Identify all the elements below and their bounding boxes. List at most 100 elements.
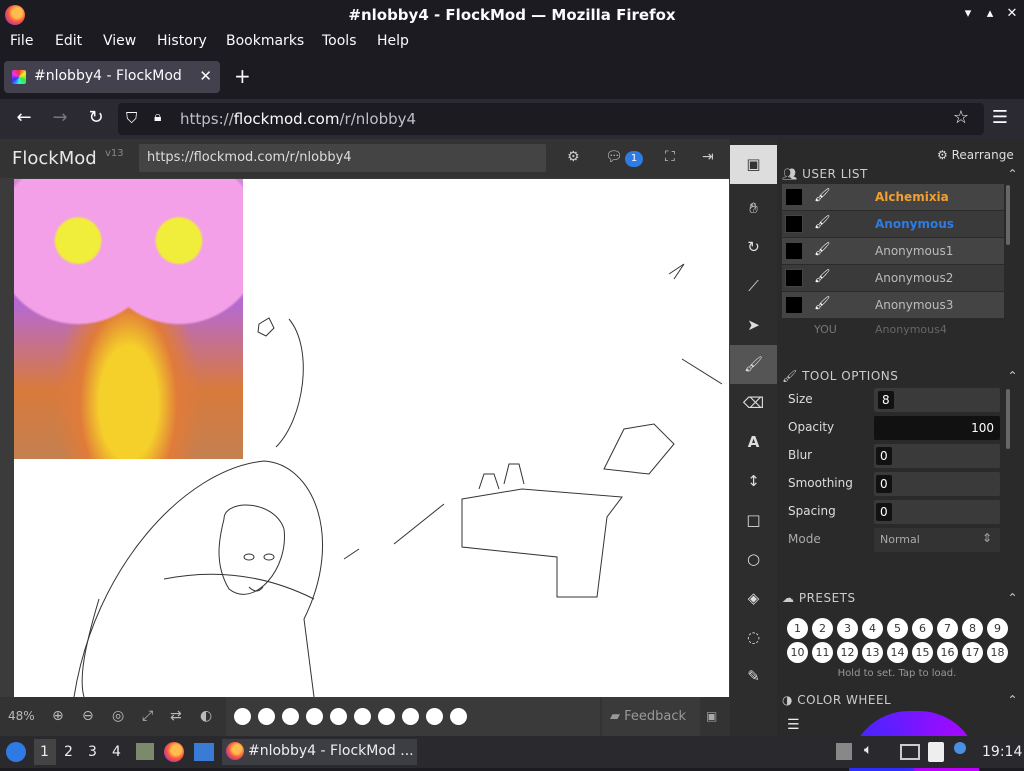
terminal-icon[interactable] [194,743,214,761]
select-tool-icon[interactable]: ➤ [730,306,777,345]
toggle-panel-icon[interactable]: ▣ [730,145,777,184]
start-menu-icon[interactable] [6,742,26,762]
preset-slot[interactable]: 6 [912,618,933,639]
preset-slot[interactable]: 16 [937,642,958,663]
rearrange-button[interactable]: ⚙ Rearrange [937,148,1014,162]
firefox-launcher-icon[interactable] [164,742,184,762]
back-icon[interactable]: ← [12,107,36,128]
forward-icon[interactable]: → [48,107,72,128]
menu-file[interactable]: File [10,33,33,49]
user-row[interactable]: 🖌︎ Anonymous2 [782,265,1004,291]
user-row[interactable]: 🖌︎ Anonymous3 [782,292,1004,318]
mode-select[interactable]: Normal ⇕ [874,528,1000,552]
preset-slot[interactable]: 10 [787,642,808,663]
rotate-tool-icon[interactable]: ↻ [730,228,777,267]
presets-header[interactable]: ☁ PRESETS ⌃ [782,591,1020,609]
brush-tool-icon[interactable]: 🖌︎ [730,345,777,384]
network-icon[interactable] [900,744,920,760]
lock-icon[interactable]: 🔒︎ [154,109,161,125]
reload-icon[interactable]: ↻ [84,107,108,128]
fill-tool-icon[interactable]: ◈ [730,579,777,618]
rectangle-tool-icon[interactable]: □ [730,501,777,540]
ellipse-tool-icon[interactable]: ○ [730,540,777,579]
brush-slot[interactable] [426,708,443,725]
brush-slot[interactable] [450,708,467,725]
menu-bookmarks[interactable]: Bookmarks [226,33,304,49]
file-manager-icon[interactable] [136,743,154,760]
zoom-in-icon[interactable]: ⊕ [52,708,64,724]
preset-slot[interactable]: 8 [962,618,983,639]
exit-room-icon[interactable]: ⇥ [702,149,714,165]
close-window-icon[interactable]: ✕ [1004,6,1020,22]
pencil-tool-icon[interactable]: ✎ [730,657,777,696]
workspace-3[interactable]: 3 [88,744,97,760]
app-menu-icon[interactable]: ☰ [988,107,1012,128]
shield-icon[interactable]: ⛉ [126,109,137,127]
menu-history[interactable]: History [157,33,207,49]
fit-screen-icon[interactable]: ⤢ [142,708,153,724]
save-icon[interactable]: ▣ [706,709,717,723]
preset-slot[interactable]: 17 [962,642,983,663]
brush-slot[interactable] [354,708,371,725]
preset-slot[interactable]: 15 [912,642,933,663]
collapse-chevron-icon[interactable]: ⌃ [1007,167,1018,181]
menu-view[interactable]: View [103,33,136,49]
preset-slot[interactable]: 12 [837,642,858,663]
preset-slot[interactable]: 7 [937,618,958,639]
preset-slot[interactable]: 5 [887,618,908,639]
workspace-2[interactable]: 2 [64,744,73,760]
menu-edit[interactable]: Edit [55,33,82,49]
clipboard-icon[interactable] [836,743,852,760]
preset-slot[interactable]: 14 [887,642,908,663]
workspace-1[interactable]: 1 [40,744,49,760]
notification-icon[interactable] [954,742,966,754]
brush-slot[interactable] [378,708,395,725]
preset-slot[interactable]: 11 [812,642,833,663]
flip-icon[interactable]: ⇄ [170,708,182,724]
menu-help[interactable]: Help [377,33,409,49]
brush-slot[interactable] [234,708,251,725]
collapse-chevron-icon[interactable]: ⌃ [1007,369,1018,383]
zoom-out-icon[interactable]: ⊖ [82,708,94,724]
brush-slot[interactable] [330,708,347,725]
spacing-slider[interactable]: 0 [874,500,1000,524]
preset-slot[interactable]: 13 [862,642,883,663]
preset-slot[interactable]: 1 [787,618,808,639]
opacity-slider[interactable]: 100 [874,416,1000,440]
minimize-icon[interactable]: ▾ [960,6,976,22]
contrast-icon[interactable]: ◐ [200,708,212,724]
fullscreen-icon[interactable]: ⛶ [665,149,675,165]
smoothing-slider[interactable]: 0 [874,472,1000,496]
preset-slot[interactable]: 2 [812,618,833,639]
user-list-scrollbar[interactable] [1006,185,1010,245]
maximize-icon[interactable]: ▴ [982,6,998,22]
close-tab-icon[interactable]: ✕ [199,67,212,85]
drawing-canvas[interactable] [14,179,729,697]
volume-icon[interactable]: 🔈︎ [864,742,872,758]
move-tool-icon[interactable]: ↕ [730,462,777,501]
hand-tool-icon[interactable]: ✋︎ [730,189,777,228]
user-row[interactable]: 🖌︎ Anonymous [782,211,1004,237]
tool-options-header[interactable]: 🖌︎ TOOL OPTIONS ⌃ [782,369,1020,387]
user-list-header[interactable]: 👥︎ USER LIST ⌃ [782,167,1020,185]
menu-tools[interactable]: Tools [322,33,357,49]
preset-slot[interactable]: 4 [862,618,883,639]
room-url-field[interactable]: https://flockmod.com/r/nlobby4 [139,144,546,172]
workspace-4[interactable]: 4 [112,744,121,760]
preset-slot[interactable]: 9 [987,618,1008,639]
new-tab-button[interactable]: + [234,64,251,88]
feedback-button[interactable]: ▰ Feedback [602,697,700,736]
collapse-chevron-icon[interactable]: ⌃ [1007,591,1018,605]
taskbar-window-firefox[interactable]: #nlobby4 - FlockMod ... [222,739,417,765]
url-text[interactable]: https://flockmod.com/r/nlobby4 [180,110,416,128]
settings-gear-icon[interactable]: ⚙ [567,149,580,165]
sliders-icon[interactable]: ☰ [787,717,800,733]
blur-slider[interactable]: 0 [874,444,1000,468]
bookmark-star-icon[interactable]: ☆ [949,107,973,128]
preset-slot[interactable]: 18 [987,642,1008,663]
eyedropper-tool-icon[interactable]: ⟋ [730,267,777,306]
tool-options-scrollbar[interactable] [1006,389,1010,449]
brush-slot[interactable] [282,708,299,725]
brush-slot[interactable] [306,708,323,725]
color-wheel-header[interactable]: ◑ COLOR WHEEL ⌃ [782,693,1020,711]
